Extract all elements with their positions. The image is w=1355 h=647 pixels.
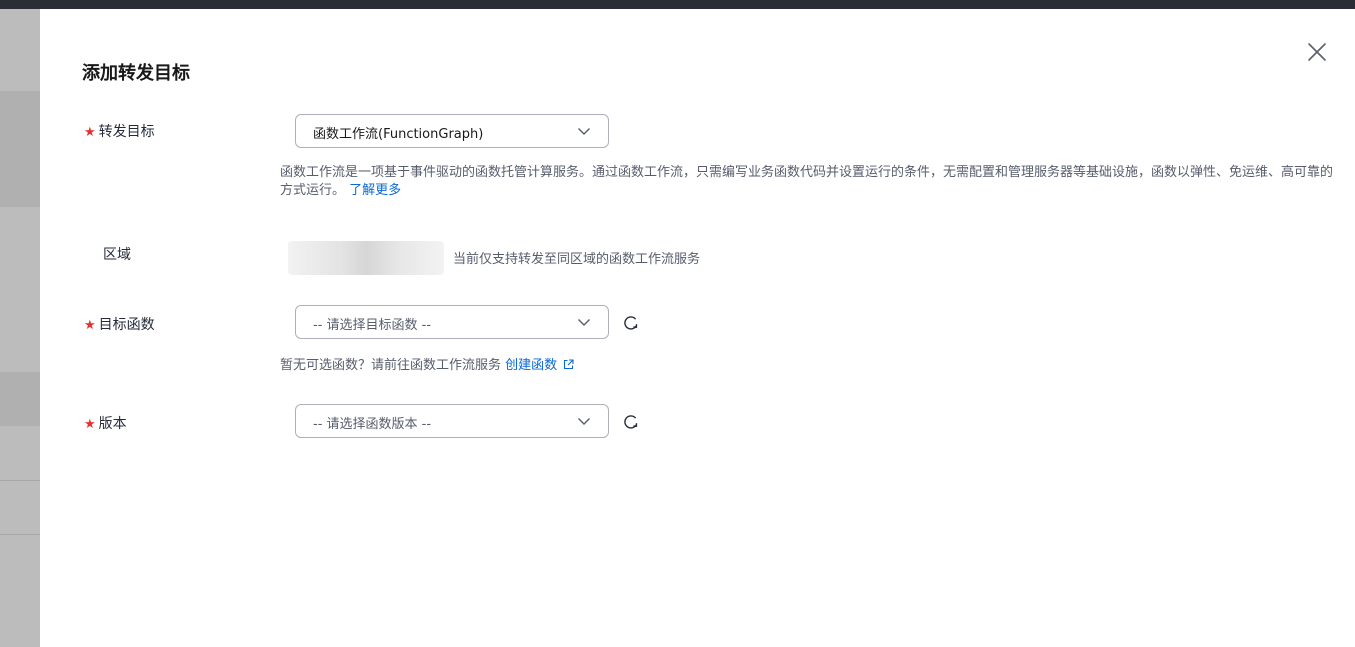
version-refresh-button[interactable] <box>622 413 640 431</box>
function-select[interactable]: -- 请选择目标函数 -- <box>295 305 609 339</box>
learn-more-link[interactable]: 了解更多 <box>349 183 401 198</box>
function-hint-text: 暂无可选函数？请前往函数工作流服务 <box>280 358 502 373</box>
function-label: ★ 目标函数 <box>84 314 155 334</box>
create-function-link[interactable]: 创建函数 <box>505 358 574 373</box>
chevron-down-icon <box>578 128 590 135</box>
function-select-placeholder: -- 请选择目标函数 -- <box>313 318 432 333</box>
backdrop-row <box>0 91 40 207</box>
chevron-down-icon <box>578 418 590 425</box>
top-bar <box>0 0 1355 9</box>
region-label: 区域 <box>103 247 131 263</box>
function-hint: 暂无可选函数？请前往函数工作流服务 创建函数 <box>280 354 574 373</box>
refresh-icon <box>624 415 638 429</box>
target-label: ★ 转发目标 <box>84 121 155 141</box>
refresh-icon <box>624 316 638 330</box>
close-icon <box>1308 43 1326 61</box>
external-link-icon <box>564 359 574 370</box>
close-button[interactable] <box>1304 39 1330 65</box>
backdrop-divider <box>0 480 40 481</box>
target-description: 函数工作流是一项基于事件驱动的函数托管计算服务。通过函数工作流，只需编写业务函数… <box>280 164 1340 200</box>
version-label: ★ 版本 <box>84 413 127 433</box>
function-refresh-button[interactable] <box>622 314 640 332</box>
chevron-down-icon <box>578 319 590 326</box>
backdrop-divider <box>0 534 40 535</box>
page-backdrop <box>0 9 40 647</box>
function-label-text: 目标函数 <box>98 317 155 333</box>
add-forward-target-drawer: 添加转发目标 ★ 转发目标 函数工作流(FunctionGraph) 函数工作流是… <box>40 9 1355 647</box>
required-star: ★ <box>84 125 96 140</box>
target-description-text: 函数工作流是一项基于事件驱动的函数托管计算服务。通过函数工作流，只需编写业务函数… <box>280 165 1334 198</box>
dialog-title: 添加转发目标 <box>82 63 190 84</box>
target-label-text: 转发目标 <box>98 124 155 140</box>
required-star: ★ <box>84 318 96 333</box>
target-select-value: 函数工作流(FunctionGraph) <box>313 127 484 142</box>
backdrop-row <box>0 372 40 426</box>
version-select-placeholder: -- 请选择函数版本 -- <box>313 417 432 432</box>
required-star: ★ <box>84 417 96 432</box>
version-select[interactable]: -- 请选择函数版本 -- <box>295 404 609 438</box>
target-select[interactable]: 函数工作流(FunctionGraph) <box>295 114 609 148</box>
version-label-text: 版本 <box>98 416 127 432</box>
region-value-blurred <box>288 241 444 275</box>
create-function-link-text: 创建函数 <box>505 358 558 373</box>
region-note: 当前仅支持转发至同区域的函数工作流服务 <box>453 252 701 267</box>
